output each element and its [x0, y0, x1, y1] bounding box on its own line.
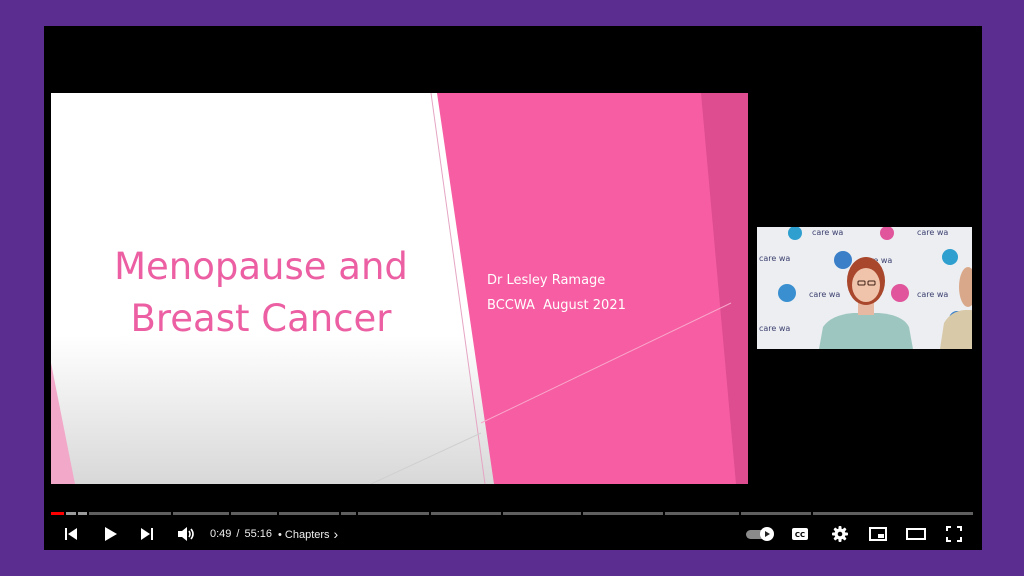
- next-icon: [141, 528, 153, 540]
- video-duration: 55:16: [244, 528, 273, 540]
- presenter-webcam-feed: care wa care wa care wa care wa care wa …: [757, 227, 972, 349]
- autoplay-knob: [760, 527, 774, 541]
- chapter-marker: [663, 512, 665, 515]
- chapter-marker: [64, 512, 66, 515]
- svg-text:care wa: care wa: [759, 324, 790, 333]
- chapters-label: • Chapters: [278, 529, 330, 541]
- slide-event-date: BCCWA August 2021: [487, 298, 626, 313]
- svg-text:care wa: care wa: [917, 290, 948, 299]
- miniplayer-button[interactable]: [866, 520, 890, 548]
- fullscreen-icon: [946, 526, 962, 542]
- chapter-marker: [87, 512, 89, 515]
- progress-bar[interactable]: [51, 512, 973, 515]
- time-display: 0:49 / 55:16: [210, 520, 272, 548]
- theater-mode-button[interactable]: [904, 520, 928, 548]
- chevron-right-icon: ›: [333, 526, 339, 542]
- captions-icon: CC: [792, 528, 808, 540]
- settings-gear-icon: [832, 526, 848, 542]
- autoplay-play-icon: [765, 531, 770, 537]
- player-controls: 0:49 / 55:16 • Chapters › CC: [44, 520, 982, 548]
- next-button[interactable]: [136, 520, 158, 548]
- svg-text:CC: CC: [795, 531, 805, 539]
- current-time: 0:49: [210, 528, 232, 540]
- chapter-marker: [501, 512, 503, 515]
- play-button[interactable]: [98, 520, 122, 548]
- svg-text:care wa: care wa: [812, 228, 843, 237]
- settings-button[interactable]: [828, 520, 852, 548]
- svg-text:care wa: care wa: [917, 228, 948, 237]
- slide-title: Menopause and Breast Cancer: [91, 241, 431, 345]
- presentation-slide: Menopause and Breast Cancer Dr Lesley Ra…: [51, 93, 748, 484]
- progress-played: [51, 512, 65, 515]
- captions-button[interactable]: CC: [788, 520, 812, 548]
- chapter-marker: [171, 512, 173, 515]
- fullscreen-button[interactable]: [942, 520, 966, 548]
- time-separator: /: [236, 528, 240, 540]
- slide-title-line-1: Menopause and: [114, 245, 408, 288]
- chapter-marker: [739, 512, 741, 515]
- chapters-button[interactable]: • Chapters ›: [278, 520, 338, 548]
- chapter-marker: [429, 512, 431, 515]
- webcam-scene: care wa care wa care wa care wa care wa …: [757, 227, 972, 349]
- play-icon: [105, 527, 117, 541]
- chapter-marker: [229, 512, 231, 515]
- chapter-marker: [277, 512, 279, 515]
- previous-button[interactable]: [60, 520, 82, 548]
- svg-text:care wa: care wa: [759, 254, 790, 263]
- slide-subtitle: Dr Lesley Ramage BCCWA August 2021: [487, 268, 626, 318]
- volume-button[interactable]: [174, 520, 198, 548]
- chapter-marker: [356, 512, 358, 515]
- volume-icon: [178, 527, 194, 541]
- chapter-marker: [339, 512, 341, 515]
- chapter-marker: [581, 512, 583, 515]
- theater-mode-icon: [906, 528, 926, 540]
- previous-icon: [65, 528, 77, 540]
- svg-text:care wa: care wa: [809, 290, 840, 299]
- autoplay-toggle[interactable]: [746, 527, 774, 541]
- slide-title-line-2: Breast Cancer: [130, 297, 392, 340]
- miniplayer-icon: [869, 527, 887, 541]
- chapter-marker: [76, 512, 78, 515]
- slide-presenter-name: Dr Lesley Ramage: [487, 273, 606, 288]
- chapter-marker: [811, 512, 813, 515]
- video-player[interactable]: Menopause and Breast Cancer Dr Lesley Ra…: [44, 26, 982, 550]
